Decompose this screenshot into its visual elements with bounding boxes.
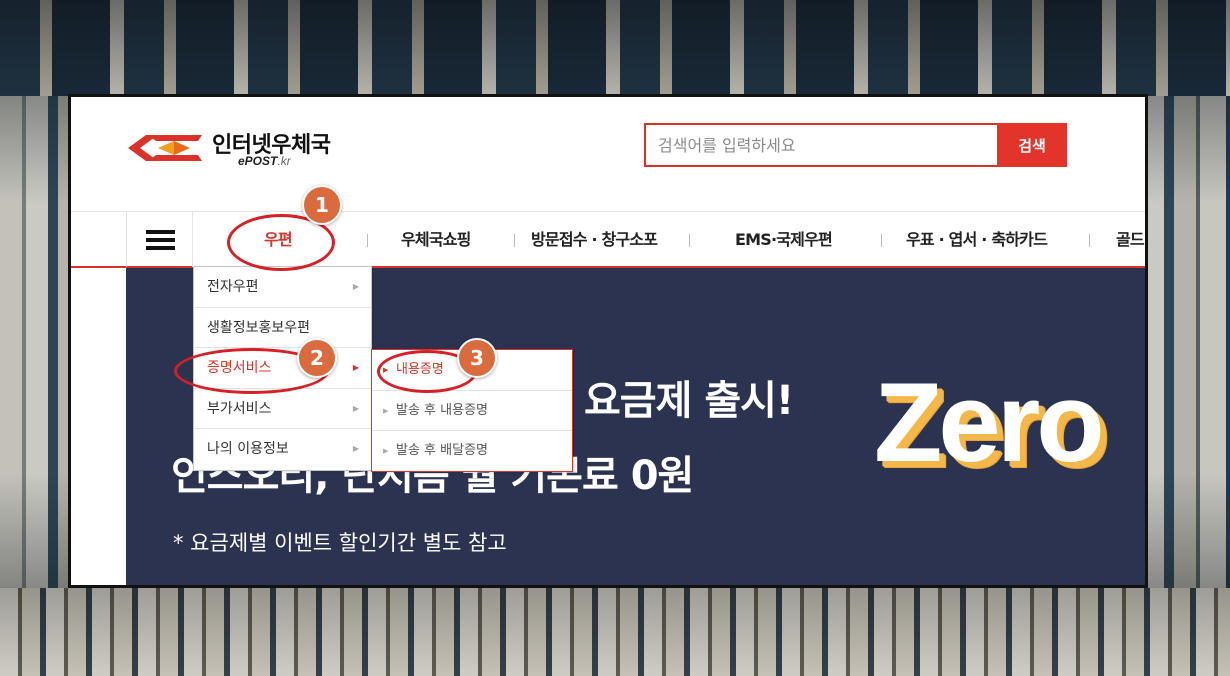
menu-item-info-promo[interactable]: 생활정보홍보우편 <box>194 308 371 348</box>
hamburger-bar <box>146 230 175 234</box>
chevron-right-icon: ▶ <box>352 363 359 372</box>
logo-sub-main: ePOST <box>238 154 278 168</box>
nav-item-gold[interactable]: 골드 <box>1116 212 1145 267</box>
menu-item-my-info[interactable]: 나의 이용정보 ▶ <box>194 429 371 470</box>
submenu-item-label: 발송 후 내용증명 <box>396 402 488 418</box>
nav-item-shopping[interactable]: 우체국쇼핑 <box>401 212 471 267</box>
bullet-icon: ▶ <box>383 447 389 455</box>
website-screen: 인터넷우체국 ePOST.kr 검색 우편 우체국쇼핑 방문접수 · 창구소포 … <box>71 97 1145 585</box>
submenu-item-delivery-cert[interactable]: ▶ 발송 후 배달증명 <box>372 431 572 472</box>
background-top <box>0 0 1230 96</box>
nav-divider <box>689 234 690 247</box>
logo-sub-domain: .kr <box>277 154 291 168</box>
site-header: 인터넷우체국 ePOST.kr 검색 <box>71 97 1145 211</box>
menu-item-additional[interactable]: 부가서비스 ▶ <box>194 389 371 429</box>
nav-divider <box>881 234 882 247</box>
hamburger-bar <box>146 246 175 250</box>
nav-divider <box>514 234 515 247</box>
background-bottom <box>0 588 1230 676</box>
chevron-right-icon: ▶ <box>352 444 359 453</box>
search-input[interactable] <box>644 123 999 167</box>
logo-subtitle: ePOST.kr <box>238 154 291 168</box>
nav-item-parcel[interactable]: 방문접수 · 창구소포 <box>531 212 658 267</box>
banner-note: * 요금제별 이벤트 할인기간 별도 참고 <box>173 531 507 555</box>
site-logo[interactable]: 인터넷우체국 ePOST.kr <box>128 123 368 173</box>
chevron-right-icon: ▶ <box>352 403 359 413</box>
search-button[interactable]: 검색 <box>997 123 1067 167</box>
step-badge-1: 1 <box>302 185 342 225</box>
menu-item-label: 나의 이용정보 <box>207 441 289 457</box>
submenu-item-post-content-cert[interactable]: ▶ 발송 후 내용증명 <box>372 391 572 431</box>
menu-item-label: 전자우편 <box>207 279 259 295</box>
nav-item-stamps[interactable]: 우표 · 엽서 · 축하카드 <box>906 212 1048 267</box>
screenshot-frame: 인터넷우체국 ePOST.kr 검색 우편 우체국쇼핑 방문접수 · 창구소포 … <box>68 94 1148 588</box>
banner-headline-1: 요금제 출시! <box>584 378 794 424</box>
banner-zero-graphic: Zero <box>874 360 1105 485</box>
chevron-right-icon: ▶ <box>352 282 359 291</box>
step-badge-3: 3 <box>457 338 497 378</box>
menu-toggle-button[interactable] <box>126 212 193 267</box>
nav-divider <box>1089 234 1090 247</box>
hamburger-bar <box>146 238 175 242</box>
epost-logo-icon <box>128 135 202 161</box>
nav-item-ems[interactable]: EMS·국제우편 <box>735 212 833 267</box>
bullet-icon: ▶ <box>383 406 389 415</box>
submenu-item-label: 발송 후 배달증명 <box>396 443 488 458</box>
menu-item-label: 부가서비스 <box>207 400 272 417</box>
menu-item-email-post[interactable]: 전자우편 ▶ <box>194 267 371 308</box>
nav-divider <box>367 234 368 247</box>
menu-item-label: 생활정보홍보우편 <box>207 319 311 336</box>
step-badge-2: 2 <box>297 338 337 378</box>
